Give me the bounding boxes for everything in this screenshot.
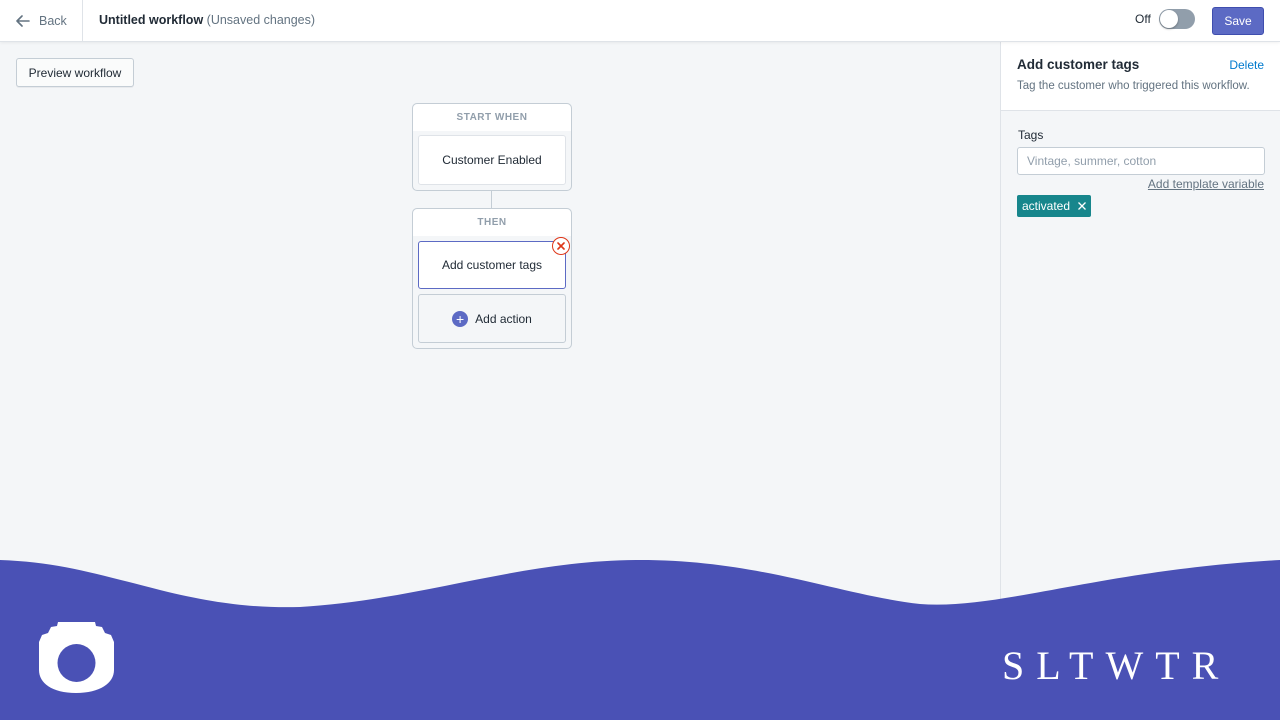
back-button[interactable]: Back	[0, 0, 83, 41]
panel-description: Tag the customer who triggered this work…	[1017, 80, 1250, 92]
delete-action-link[interactable]: Delete	[1229, 58, 1264, 72]
toggle-knob	[1159, 10, 1178, 28]
save-button[interactable]: Save	[1212, 7, 1264, 35]
workflow-title: Untitled workflow (Unsaved changes)	[99, 13, 315, 27]
panel-header: Add customer tags Tag the customer who t…	[1001, 42, 1280, 111]
plus-icon: +	[452, 310, 469, 327]
footer-wave	[0, 560, 1280, 720]
workflow-toggle-group: Off	[1135, 9, 1195, 29]
action-label: Add customer tags	[441, 258, 543, 272]
remove-tag-button[interactable]	[1078, 202, 1086, 210]
trigger-label: Customer Enabled	[442, 153, 542, 167]
action-card[interactable]: Add customer tags	[418, 241, 566, 289]
brand-logo-icon	[39, 622, 114, 693]
close-icon	[557, 242, 565, 250]
start-when-block: START WHEN Customer Enabled	[412, 103, 572, 191]
tag-label: activated	[1022, 199, 1071, 213]
add-template-variable-link[interactable]: Add template variable	[1148, 177, 1264, 191]
top-bar: Back Untitled workflow (Unsaved changes)…	[0, 0, 1280, 42]
connector-line	[491, 191, 492, 208]
tag-chip: activated	[1017, 195, 1092, 217]
panel-title: Add customer tags	[1017, 57, 1140, 72]
add-action-label: Add action	[475, 311, 532, 326]
start-when-header: START WHEN	[413, 104, 571, 131]
add-action-button[interactable]: + Add action	[418, 294, 566, 343]
then-header: THEN	[413, 209, 571, 236]
preview-workflow-button[interactable]: Preview workflow	[16, 58, 134, 87]
workflow-name: Untitled workflow	[99, 13, 204, 27]
then-block: THEN Add customer tags + Add action	[412, 208, 572, 349]
remove-action-button[interactable]	[552, 237, 570, 255]
tags-input[interactable]	[1017, 147, 1265, 175]
arrow-left-icon	[16, 14, 30, 27]
tags-label: Tags	[1018, 128, 1044, 142]
back-label: Back	[39, 13, 67, 28]
workflow-enabled-toggle[interactable]	[1158, 9, 1195, 29]
brand-wordmark: SLTWTR	[1002, 643, 1231, 688]
unsaved-status: (Unsaved changes)	[206, 13, 316, 27]
toggle-label: Off	[1135, 12, 1151, 26]
close-icon	[1078, 202, 1086, 210]
trigger-card[interactable]: Customer Enabled	[418, 135, 566, 185]
